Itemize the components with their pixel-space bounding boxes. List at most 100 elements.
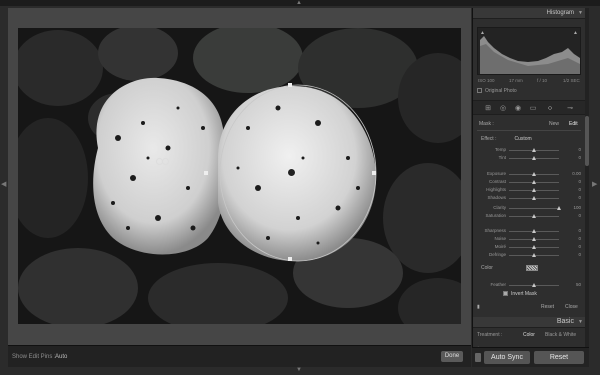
slider-knob[interactable] [531, 245, 536, 249]
color-label: Color [481, 265, 493, 271]
shadow-clipping-icon[interactable]: ▲ [480, 30, 485, 36]
exif-focal-length: 17 mm [509, 78, 523, 83]
mask-edit-button[interactable]: Edit [569, 121, 578, 127]
slider-sharpness[interactable]: Sharpness 0 [473, 227, 586, 235]
slider-knob[interactable] [531, 253, 536, 257]
slider-value[interactable]: 100 [569, 205, 581, 210]
slider-noise[interactable]: Noise 0 [473, 235, 586, 243]
slider-defringe[interactable]: Defringe 0 [473, 251, 586, 259]
slider-value[interactable]: 0 [569, 187, 581, 192]
auto-sync-button[interactable]: Auto Sync [484, 351, 530, 364]
show-edit-pins-label: Show Edit Pins : [12, 354, 56, 360]
slider-knob[interactable] [531, 196, 536, 200]
scrollbar-thumb[interactable] [585, 116, 589, 166]
original-photo-toggle[interactable]: Original Photo [477, 88, 517, 94]
slider-saturation[interactable]: Saturation 0 [473, 212, 586, 220]
slider-value[interactable]: 0.00 [569, 171, 581, 176]
slider-knob[interactable] [531, 180, 536, 184]
feather-slider[interactable]: Feather 50 [473, 281, 586, 289]
slider-knob[interactable] [556, 206, 561, 210]
invert-mask-toggle[interactable]: Invert Mask [503, 291, 537, 297]
invert-mask-checkbox[interactable] [503, 291, 508, 297]
slider-label: Shadows [487, 195, 506, 200]
slider-knob[interactable] [531, 214, 536, 218]
basic-title: Basic [556, 318, 574, 325]
slider-value[interactable]: 0 [569, 147, 581, 152]
treatment-label: Treatment : [477, 332, 503, 338]
panel-reset-button[interactable]: Reset [541, 304, 554, 310]
radial-filter-icon[interactable]: ○ [545, 104, 555, 113]
slider-value[interactable]: 0 [569, 244, 581, 249]
treatment-bw-option[interactable]: Black & White [545, 332, 576, 338]
slider-moir[interactable]: Moiré 0 [473, 243, 586, 251]
show-edit-pins-dropdown[interactable]: Auto [55, 354, 67, 360]
mask-new-button[interactable]: New [549, 121, 559, 127]
panel-close-button[interactable]: Close [565, 304, 578, 310]
slider-knob[interactable] [531, 148, 536, 152]
slider-label: Defringe [488, 252, 506, 257]
slider-knob[interactable] [531, 172, 536, 176]
sync-toggle-icon[interactable] [475, 353, 481, 362]
original-photo-checkbox[interactable] [477, 88, 482, 94]
expand-bottom-icon[interactable]: ▼ [296, 367, 302, 373]
slider-label: Exposure [486, 171, 506, 176]
slider-exposure[interactable]: Exposure 0.00 [473, 170, 586, 178]
effect-dropdown[interactable]: Custom [514, 136, 531, 142]
effect-row[interactable]: Effect : Custom [481, 136, 532, 142]
right-panel: Histogram ▼ ▲ ▲ ISO 100 17 mm f / 10 1/2… [472, 8, 586, 367]
color-swatch[interactable] [526, 265, 538, 271]
photo-preview[interactable] [18, 28, 461, 324]
exif-aperture: f / 10 [537, 78, 548, 83]
highlight-clipping-icon[interactable]: ▲ [573, 30, 578, 36]
collapse-triangle-icon[interactable]: ▼ [578, 319, 583, 325]
slider-track[interactable] [509, 208, 559, 209]
feather-value[interactable]: 50 [569, 282, 581, 287]
edit-pin-icon[interactable] [162, 158, 169, 165]
slider-knob[interactable] [531, 156, 536, 160]
slider-value[interactable]: 0 [569, 252, 581, 257]
histogram-graph: ▲ ▲ [477, 27, 581, 75]
collapse-triangle-icon[interactable]: ▼ [578, 10, 583, 16]
slider-clarity[interactable]: Clarity 100 [473, 204, 586, 212]
slider-value[interactable]: 0 [569, 213, 581, 218]
slider-knob[interactable] [531, 237, 536, 241]
basic-header[interactable]: Basic ▼ [473, 317, 586, 328]
histogram-header[interactable]: Histogram ▼ [473, 8, 586, 19]
color-row: Color [481, 265, 581, 271]
slider-value[interactable]: 0 [569, 195, 581, 200]
reset-button[interactable]: Reset [534, 351, 584, 364]
pebbles-photo [18, 28, 461, 324]
graduated-filter-icon[interactable]: ▭ [528, 104, 538, 113]
panel-switch-icon[interactable]: ▮ [477, 304, 480, 310]
slider-label: Temp [494, 147, 506, 152]
slider-label: Sharpness [484, 228, 506, 233]
treatment-color-option[interactable]: Color [523, 332, 535, 338]
slider-shadows[interactable]: Shadows 0 [473, 194, 586, 202]
done-button[interactable]: Done [441, 351, 463, 362]
slider-contrast[interactable]: Contrast 0 [473, 178, 586, 186]
exif-iso: ISO 100 [478, 78, 495, 83]
expand-top-icon[interactable]: ▲ [296, 0, 302, 6]
expand-left-icon[interactable]: ◀ [1, 180, 6, 188]
red-eye-icon[interactable]: ◉ [513, 104, 523, 113]
panel-scrollbar[interactable] [585, 8, 589, 367]
slider-tint[interactable]: Tint 0 [473, 154, 586, 162]
radial-filter-pin-icon[interactable] [287, 168, 296, 177]
slider-label: Noise [494, 236, 506, 241]
feather-knob[interactable] [531, 283, 536, 287]
slider-value[interactable]: 0 [569, 236, 581, 241]
slider-knob[interactable] [531, 229, 536, 233]
slider-temp[interactable]: Temp 0 [473, 146, 586, 154]
top-panel-strip[interactable]: ▲ [0, 0, 600, 6]
feather-label: Feather [490, 282, 506, 287]
slider-knob[interactable] [531, 188, 536, 192]
adjustment-brush-icon[interactable]: ⊸ [565, 104, 575, 113]
slider-highlights[interactable]: Highlights 0 [473, 186, 586, 194]
slider-value[interactable]: 0 [569, 155, 581, 160]
spot-removal-icon[interactable]: ◎ [498, 104, 508, 113]
expand-right-icon[interactable]: ▶ [592, 180, 597, 188]
slider-value[interactable]: 0 [569, 179, 581, 184]
divider [477, 130, 581, 131]
slider-value[interactable]: 0 [569, 228, 581, 233]
crop-icon[interactable]: ⊞ [483, 104, 493, 113]
